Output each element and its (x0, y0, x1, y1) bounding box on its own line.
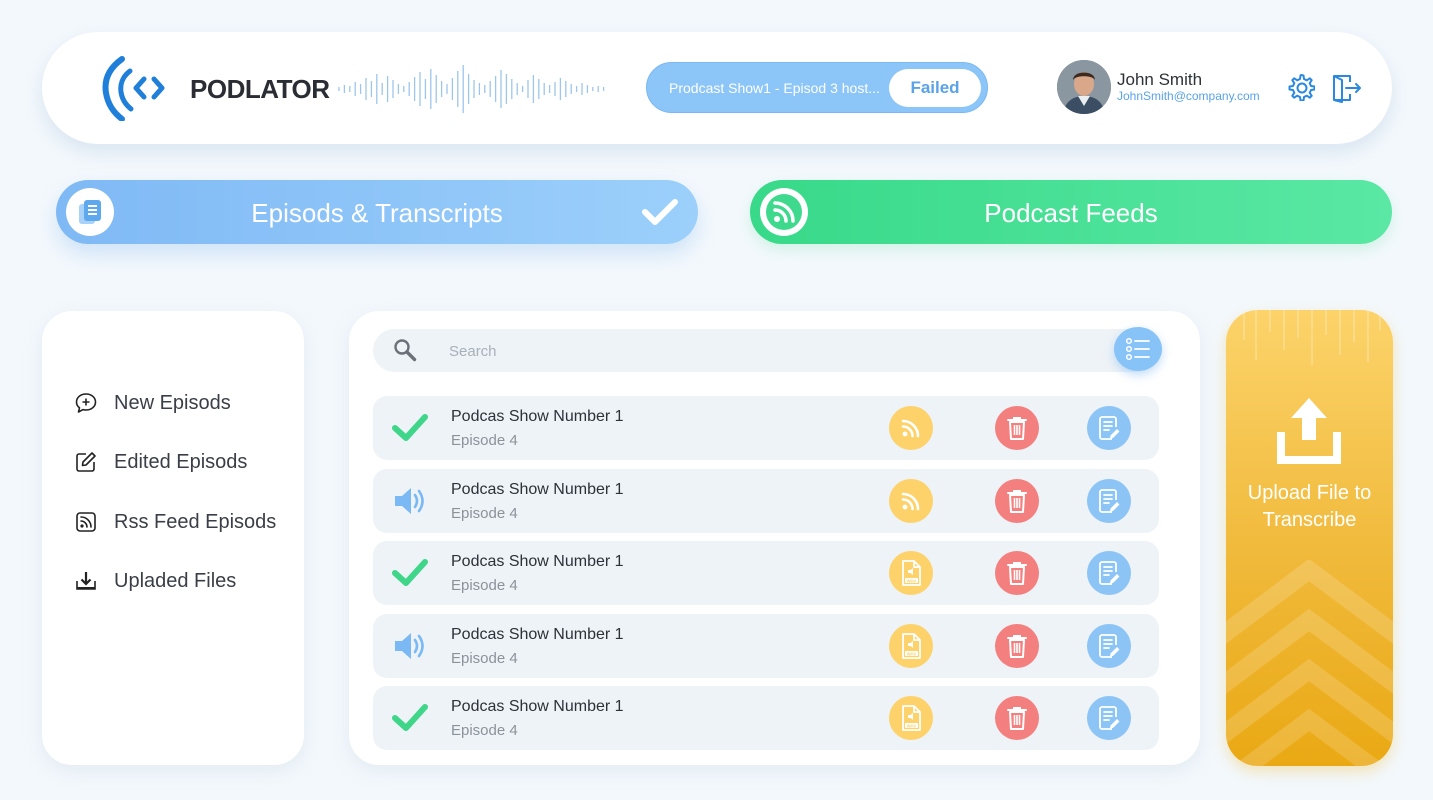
sidebar-item-upladed-files[interactable]: Upladed Files (74, 567, 236, 595)
sidebar-item-label: New Episods (114, 391, 231, 414)
processing-status[interactable]: Prodcast Show1 - Episod 3 host... Failed (646, 62, 988, 113)
speaker-icon (391, 628, 429, 664)
edit-doc-icon (1097, 415, 1121, 441)
chevron-pattern-decoration (1226, 560, 1393, 766)
source-button[interactable] (889, 406, 933, 450)
gear-icon[interactable] (1287, 73, 1315, 101)
episode-subtitle: Episode 4 (451, 722, 518, 739)
avatar[interactable] (1057, 60, 1111, 114)
tab-episods-transcripts[interactable]: Episods & Transcripts (56, 180, 698, 244)
sidebar-item-label: Upladed Files (114, 569, 237, 592)
episode-title: Podcas Show Number 1 (451, 553, 624, 570)
sidebar-item-new-episods[interactable]: New Episods (74, 389, 231, 417)
sound-wave-icon (338, 65, 605, 113)
svg-text:WAV: WAV (907, 723, 917, 728)
status-text: Prodcast Show1 - Episod 3 host... (669, 80, 880, 96)
source-button[interactable]: WAV (889, 551, 933, 595)
episode-subtitle: Episode 4 (451, 432, 518, 449)
upload-label-line1: Upload File to (1247, 482, 1372, 504)
sidebar-item-rss-feed-episods[interactable]: Rss Feed Episods (74, 508, 276, 536)
check-icon (391, 410, 429, 446)
rss-icon (900, 417, 922, 439)
speaker-icon (391, 483, 429, 519)
tab-label: Podcast Feeds (984, 198, 1158, 228)
source-button[interactable]: WAV (889, 696, 933, 740)
trash-icon (1005, 560, 1029, 586)
episode-subtitle: Episode 4 (451, 649, 518, 667)
source-button[interactable] (889, 478, 933, 523)
upload-label: Upload File to Transcribe (1226, 480, 1393, 534)
check-icon (391, 555, 429, 591)
episodes-panel: Podcas Show Number 1 Episode 4 Podcas Sh… (349, 311, 1200, 765)
delete-button[interactable] (995, 696, 1039, 740)
delete-button[interactable] (995, 406, 1039, 450)
trash-icon (1005, 488, 1029, 514)
rss-icon (900, 490, 922, 512)
chat-plus-icon (75, 393, 97, 413)
check-icon (391, 700, 429, 736)
svg-text:WAV: WAV (907, 578, 917, 583)
status-badge[interactable]: Failed (889, 69, 981, 107)
episode-subtitle: Episode 4 (451, 504, 518, 522)
edit-doc-icon (1097, 633, 1121, 659)
table-row[interactable]: Podcas Show Number 1 Episode 4 (373, 396, 1159, 460)
list-filter-icon (1125, 337, 1150, 361)
user-email: JohnSmith@company.com (1117, 89, 1260, 103)
episode-title: Podcas Show Number 1 (451, 408, 624, 425)
check-icon (642, 199, 678, 225)
table-row[interactable]: Podcas Show Number 1 Episode 4 WAV (373, 541, 1159, 605)
episode-title: Podcas Show Number 1 (451, 480, 624, 498)
edit-doc-icon (1097, 560, 1121, 586)
wav-file-icon: WAV (899, 632, 923, 660)
wav-file-icon: WAV (899, 704, 923, 732)
tab-label: Episods & Transcripts (251, 198, 503, 228)
episode-subtitle: Episode 4 (451, 577, 518, 594)
filter-list-button[interactable] (1114, 327, 1162, 371)
edit-transcript-button[interactable] (1087, 406, 1131, 450)
upload-file-button[interactable]: Upload File to Transcribe (1226, 310, 1393, 766)
trash-icon (1005, 415, 1029, 441)
sidebar: New Episods Edited Episods Rss Feed Epis… (42, 311, 304, 765)
search-icon (394, 339, 417, 362)
trash-icon (1005, 633, 1029, 659)
upload-icon (1277, 398, 1341, 464)
search-input[interactable] (449, 339, 1049, 363)
table-row[interactable]: Podcas Show Number 1 Episode 4 WAV (373, 686, 1159, 750)
source-button[interactable]: WAV (889, 623, 933, 668)
svg-text:WAV: WAV (907, 651, 917, 656)
delete-button[interactable] (995, 551, 1039, 595)
episode-title: Podcas Show Number 1 (451, 625, 624, 643)
delete-button[interactable] (995, 623, 1039, 668)
edit-icon (76, 452, 96, 472)
table-row[interactable]: Podcas Show Number 1 Episode 4 (373, 468, 1159, 533)
user-name: John Smith (1117, 70, 1203, 89)
trash-icon (1005, 705, 1029, 731)
edit-transcript-button[interactable] (1087, 478, 1131, 523)
episode-title: Podcas Show Number 1 (451, 698, 624, 715)
rss-icon (76, 512, 96, 532)
delete-button[interactable] (995, 478, 1039, 523)
sidebar-item-label: Rss Feed Episods (114, 510, 277, 533)
edit-transcript-button[interactable] (1087, 551, 1131, 595)
brand-name: PODLATOR (190, 74, 330, 104)
logout-icon[interactable] (1330, 72, 1362, 104)
sidebar-item-edited-episods[interactable]: Edited Episods (74, 448, 247, 476)
upload-label-line2: Transcribe (1262, 509, 1357, 531)
sidebar-item-label: Edited Episods (114, 450, 248, 473)
download-icon (76, 572, 96, 590)
search-bar[interactable] (373, 329, 1157, 372)
edit-transcript-button[interactable] (1087, 623, 1131, 668)
wav-file-icon: WAV (899, 559, 923, 587)
podlator-logo-icon (102, 56, 165, 121)
tab-podcast-feeds[interactable]: Podcast Feeds (750, 180, 1392, 244)
edit-transcript-button[interactable] (1087, 696, 1131, 740)
table-row[interactable]: Podcas Show Number 1 Episode 4 WAV (373, 613, 1159, 678)
edit-doc-icon (1097, 705, 1121, 731)
edit-doc-icon (1097, 488, 1121, 514)
